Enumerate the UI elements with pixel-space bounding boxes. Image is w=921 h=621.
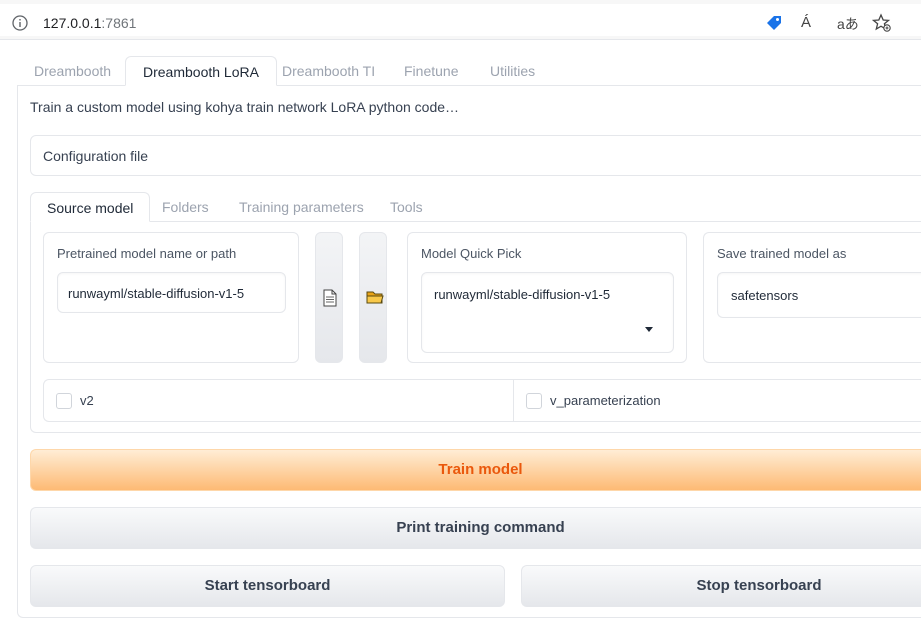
read-aloud-icon[interactable]: Á	[801, 14, 811, 31]
tab-tools[interactable]: Tools	[374, 192, 439, 222]
model-quick-pick-value: runwayml/stable-diffusion-v1-5	[434, 287, 611, 302]
page-description: Train a custom model using kohya train n…	[30, 99, 460, 115]
address-bar[interactable]: 127.0.0.1:7861 Á aあ	[0, 4, 921, 36]
checkbox-row: v2 v_parameterization	[43, 379, 921, 422]
v2-cell: v2	[44, 380, 514, 421]
v-parameterization-cell: v_parameterization	[514, 380, 921, 421]
pretrained-model-input[interactable]: runwayml/stable-diffusion-v1-5	[57, 272, 286, 313]
save-model-as-block: Save trained model as safetensors	[703, 232, 921, 363]
configuration-file-accordion[interactable]: Configuration file	[30, 135, 921, 176]
tab-utilities[interactable]: Utilities	[473, 56, 552, 86]
tab-dreambooth[interactable]: Dreambooth	[17, 56, 128, 86]
v2-label: v2	[80, 393, 94, 408]
folder-icon	[366, 289, 384, 307]
tab-finetune[interactable]: Finetune	[387, 56, 475, 86]
tab-dreambooth-lora[interactable]: Dreambooth LoRA	[125, 56, 277, 86]
select-folder-button[interactable]	[359, 232, 387, 363]
tab-training-parameters[interactable]: Training parameters	[223, 192, 380, 222]
chevron-down-icon	[645, 327, 653, 332]
tab-source-model[interactable]: Source model	[30, 192, 151, 222]
start-tensorboard-button[interactable]: Start tensorboard	[30, 565, 505, 607]
save-model-as-label: Save trained model as	[717, 246, 847, 261]
browser-toolbar: 127.0.0.1:7861 Á aあ	[0, 0, 921, 40]
tab-dreambooth-ti[interactable]: Dreambooth TI	[265, 56, 392, 86]
translate-icon[interactable]: aあ	[837, 14, 859, 34]
model-quick-pick-block: Model Quick Pick runwayml/stable-diffusi…	[407, 232, 687, 363]
select-file-button[interactable]	[315, 232, 343, 363]
favorites-icon[interactable]	[871, 13, 892, 33]
pretrained-model-label: Pretrained model name or path	[57, 246, 237, 261]
tag-icon[interactable]	[764, 13, 784, 33]
tab-folders[interactable]: Folders	[146, 192, 225, 222]
stop-tensorboard-button[interactable]: Stop tensorboard	[521, 565, 921, 607]
url-text[interactable]: 127.0.0.1:7861	[43, 15, 136, 31]
info-icon[interactable]	[12, 15, 28, 31]
document-icon	[322, 289, 338, 307]
save-model-as-dropdown[interactable]: safetensors	[717, 272, 921, 318]
pretrained-model-block: Pretrained model name or path runwayml/s…	[43, 232, 299, 363]
train-model-button[interactable]: Train model	[30, 449, 921, 491]
v-parameterization-label: v_parameterization	[550, 393, 661, 408]
v-parameterization-checkbox[interactable]	[526, 393, 542, 409]
model-quick-pick-dropdown[interactable]: runwayml/stable-diffusion-v1-5	[421, 272, 674, 353]
v2-checkbox[interactable]	[56, 393, 72, 409]
print-training-command-button[interactable]: Print training command	[30, 507, 921, 549]
model-quick-pick-label: Model Quick Pick	[421, 246, 522, 261]
